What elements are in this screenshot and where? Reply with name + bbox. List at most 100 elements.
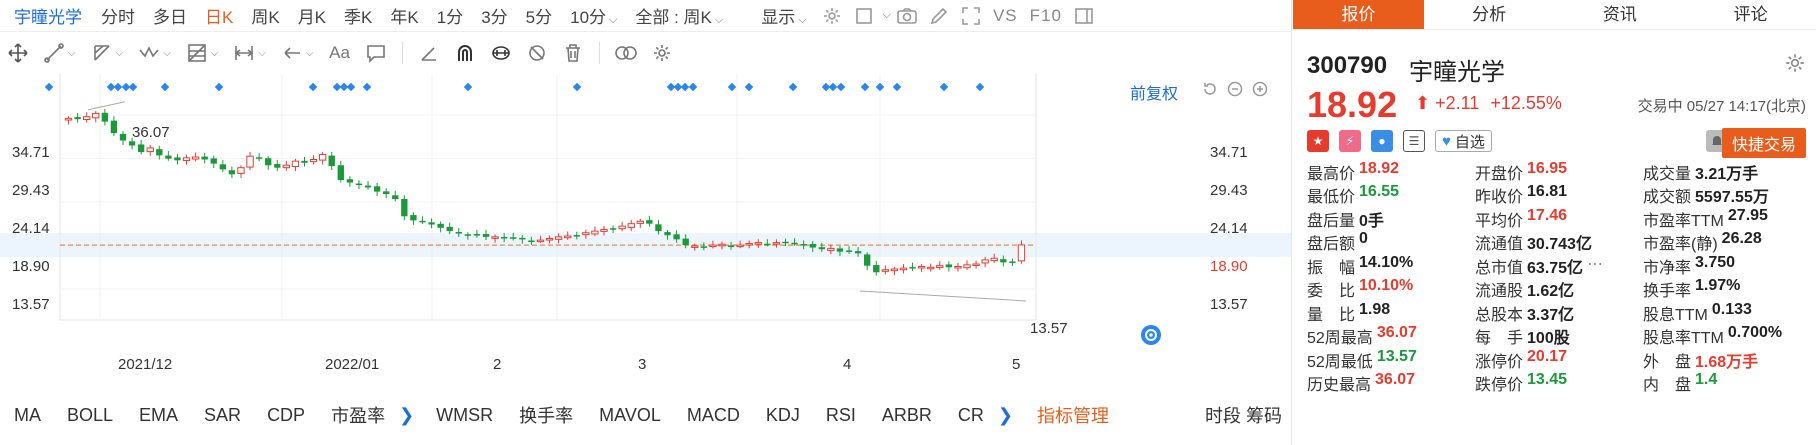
indicator-kdj[interactable]: KDJ [740, 405, 800, 426]
pencil-icon[interactable] [926, 3, 952, 29]
notes-icon[interactable]: ☰ [1403, 130, 1425, 152]
range-dropdown[interactable]: 全部 : 周K ⌵ [626, 3, 732, 28]
display-dropdown[interactable]: 显示 ⌵ [752, 3, 815, 28]
chevron-down-icon[interactable]: ⌵ [116, 48, 124, 59]
candle-body [156, 149, 163, 156]
indicator-manage-button[interactable]: 指标管理 [1013, 402, 1109, 428]
indicator-rsi[interactable]: RSI [800, 405, 856, 426]
fullscreen-icon[interactable] [958, 3, 984, 29]
indicator-turnover[interactable]: 换手率 [493, 402, 573, 428]
camera-icon[interactable] [894, 3, 920, 29]
wave-tool-icon[interactable] [136, 40, 162, 66]
period-3min[interactable]: 3分 [472, 3, 516, 28]
candle-body [201, 156, 208, 160]
tag-icon[interactable]: ● [1371, 130, 1393, 152]
lightning-icon[interactable]: ⚡ [1339, 130, 1361, 152]
candle-body [428, 222, 435, 225]
period-5min[interactable]: 5分 [517, 3, 561, 28]
period-weekk[interactable]: 周K [242, 3, 288, 28]
chevron-down-icon[interactable]: ⌵ [211, 48, 219, 59]
f10-button[interactable]: F10 [1024, 6, 1068, 26]
event-marker [44, 82, 54, 92]
kline-chart[interactable]: 前复权 34.71 29.43 24.14 18.90 13.57 34.71 … [0, 74, 1292, 386]
stat-value: 1.68万手 [1695, 353, 1759, 371]
hide-drawing-icon[interactable] [524, 40, 550, 66]
period-10min-dropdown[interactable]: 10分 ⌵ [561, 3, 626, 28]
lock-drawing-icon[interactable] [488, 40, 514, 66]
comment-tool-icon[interactable] [363, 40, 389, 66]
move-icon[interactable] [5, 40, 31, 66]
period-monthk[interactable]: 月K [289, 3, 335, 28]
chevron-down-icon[interactable]: ⌵ [306, 48, 314, 59]
indicator-cr[interactable]: CR [932, 405, 984, 426]
settings-icon[interactable] [819, 3, 845, 29]
arrow-tool-icon[interactable] [279, 40, 305, 66]
watchlist-button[interactable]: ♥ 自选 [1435, 130, 1492, 152]
chevron-down-icon[interactable]: ⌵ [68, 48, 76, 59]
line-tool-icon[interactable] [41, 40, 67, 66]
more-icon[interactable]: ⋯ [1587, 254, 1603, 278]
magnet-icon[interactable] [452, 40, 478, 66]
candle-body [827, 247, 835, 251]
indicator-sar[interactable]: SAR [178, 405, 241, 426]
stat-value: 5597.55万 [1695, 189, 1769, 207]
indicator-ema[interactable]: EMA [113, 405, 178, 426]
period-quarterk[interactable]: 季K [335, 3, 381, 28]
indicator-arbr[interactable]: ARBR [856, 405, 932, 426]
fib-tool-icon[interactable] [184, 40, 210, 66]
reset-icon[interactable] [1202, 81, 1222, 101]
indicator-pe[interactable]: 市盈率 [305, 402, 385, 428]
indicator-cdp[interactable]: CDP [241, 405, 305, 426]
chevron-right-icon[interactable]: ❯ [984, 405, 1013, 426]
square-style-icon[interactable] [851, 3, 877, 29]
zoom-out-icon[interactable] [1227, 81, 1247, 101]
change-amount: +2.11 [1435, 93, 1480, 113]
period-yeark[interactable]: 年K [381, 3, 427, 28]
candle-body [491, 236, 499, 239]
stat-value: 0.700% [1727, 324, 1783, 342]
angle-tool-icon[interactable] [416, 40, 442, 66]
adjust-mode-button[interactable]: 前复权 [1130, 80, 1178, 104]
vs-button[interactable]: VS [987, 6, 1024, 26]
period-1min[interactable]: 1分 [428, 3, 472, 28]
chevron-down-icon[interactable]: ⌵ [883, 9, 891, 22]
indicator-wmsr[interactable]: WMSR [414, 405, 493, 426]
quote-panel: 报价 分析 资讯 评论 300790 宇瞳光学 18.92 ⬆ +2.11 +1… [1293, 0, 1816, 445]
event-marker [308, 82, 318, 92]
candle-body [691, 245, 699, 248]
candle-body [936, 265, 944, 269]
chevron-down-icon[interactable]: ⌵ [163, 48, 171, 59]
kline-svg[interactable] [0, 74, 1292, 386]
indicator-macd[interactable]: MACD [661, 405, 740, 426]
range-label: 全部 : 周K [635, 8, 712, 27]
period-fenshi[interactable]: 分时 [92, 3, 144, 28]
stat-cell: 总股本 3.37亿 [1475, 301, 1643, 325]
chevron-down-icon[interactable]: ⌵ [258, 48, 266, 59]
chart-settings-icon[interactable] [649, 40, 675, 66]
tab-quote[interactable]: 报价 [1293, 0, 1424, 29]
trash-icon[interactable] [560, 40, 586, 66]
candle-body [845, 250, 853, 252]
indicator-boll[interactable]: BOLL [41, 405, 113, 426]
tab-comments[interactable]: 评论 [1685, 0, 1816, 29]
period-duori[interactable]: 多日 [144, 3, 196, 28]
gear-icon[interactable] [1784, 52, 1806, 79]
price-change: ⬆ +2.11 +12.55% [1415, 93, 1562, 114]
chevron-right-icon[interactable]: ❯ [385, 405, 414, 426]
y-tick-right: 29.43 [1210, 182, 1248, 199]
compare-icon[interactable] [613, 40, 639, 66]
side-panel-icon[interactable] [1071, 3, 1097, 29]
zoom-in-icon[interactable] [1252, 81, 1272, 101]
text-tool-icon[interactable]: Aa [327, 40, 353, 66]
stock-name-link[interactable]: 宇瞳光学 [0, 3, 92, 28]
stat-label: 流通值 [1475, 236, 1524, 254]
tab-news[interactable]: 资讯 [1555, 0, 1686, 29]
channel-tool-icon[interactable] [89, 40, 115, 66]
quick-trade-button[interactable]: 快捷交易 [1721, 128, 1806, 158]
period-chips-button[interactable]: 时段 筹码 [1191, 402, 1292, 428]
indicator-ma[interactable]: MA [0, 405, 41, 426]
tab-analysis[interactable]: 分析 [1424, 0, 1555, 29]
indicator-mavol[interactable]: MAVOL [573, 405, 661, 426]
range-tool-icon[interactable] [231, 40, 257, 66]
period-dayk[interactable]: 日K [196, 3, 242, 28]
